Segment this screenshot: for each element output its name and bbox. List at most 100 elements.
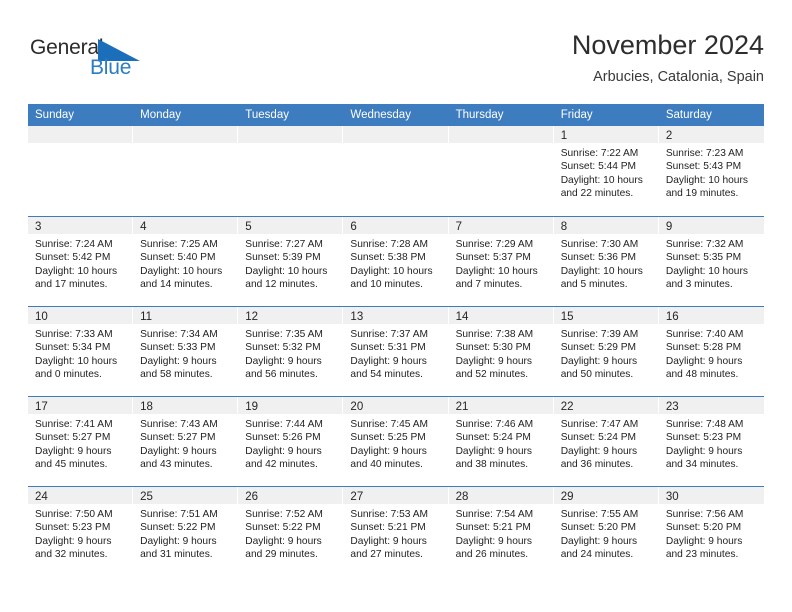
day-sun-info: Sunrise: 7:32 AM Sunset: 5:35 PM Daylight:…: [659, 234, 764, 292]
day-sun-info: Sunrise: 7:38 AM Sunset: 5:30 PM Daylight:…: [449, 324, 554, 382]
day-cell-24[interactable]: 24 Sunrise: 7:50 AM Sunset: 5:23 PM Dayligh…: [28, 487, 134, 576]
day-info-line: Daylight: 9 hours: [665, 355, 743, 367]
day-info-line: and 17 minutes.: [35, 279, 108, 291]
calendar-week-row: 17 Sunrise: 7:41 AM Sunset: 5:27 PM Dayligh…: [28, 396, 764, 486]
calendar-week-row: 1 Sunrise: 7:22 AM Sunset: 5:44 PM Daylight…: [28, 126, 764, 216]
day-info-line: and 7 minutes.: [455, 279, 523, 291]
day-info-line: Sunset: 5:32 PM: [245, 342, 321, 354]
day-cell-16[interactable]: 16 Sunrise: 7:40 AM Sunset: 5:28 PM Dayligh…: [658, 307, 764, 396]
day-sun-info: Sunrise: 7:46 AM Sunset: 5:24 PM Daylight:…: [449, 414, 554, 472]
day-sun-info: Sunrise: 7:35 AM Sunset: 5:32 PM Daylight:…: [238, 324, 343, 382]
day-info-line: Sunrise: 7:28 AM: [350, 239, 429, 250]
day-cell-22[interactable]: 22 Sunrise: 7:47 AM Sunset: 5:24 PM Dayligh…: [553, 397, 659, 486]
day-sun-info: Sunrise: 7:40 AM Sunset: 5:28 PM Daylight:…: [659, 324, 764, 382]
day-info-line: and 10 minutes.: [350, 279, 423, 291]
day-cell-5[interactable]: 5 Sunrise: 7:27 AM Sunset: 5:39 PM Daylight…: [238, 217, 344, 306]
day-cell-15[interactable]: 15 Sunrise: 7:39 AM Sunset: 5:29 PM Dayligh…: [553, 307, 659, 396]
day-cell-19[interactable]: 19 Sunrise: 7:44 AM Sunset: 5:26 PM Dayligh…: [238, 397, 344, 486]
day-info-line: Daylight: 9 hours: [455, 355, 533, 367]
day-info-line: Sunset: 5:44 PM: [560, 161, 637, 173]
day-number-band: 15: [553, 307, 659, 324]
day-cell-7[interactable]: 7 Sunrise: 7:29 AM Sunset: 5:37 PM Daylight…: [448, 217, 554, 306]
day-info-line: Daylight: 10 hours: [35, 265, 118, 277]
day-sun-info: Sunrise: 7:55 AM Sunset: 5:20 PM Daylight:…: [554, 504, 659, 562]
day-info-line: and 56 minutes.: [245, 369, 318, 381]
day-cell-6[interactable]: 6 Sunrise: 7:28 AM Sunset: 5:38 PM Daylight…: [343, 217, 449, 306]
day-info-line: Sunset: 5:24 PM: [455, 432, 531, 444]
day-number: 25: [140, 491, 153, 503]
day-info-line: Daylight: 9 hours: [35, 535, 112, 547]
day-cell-10[interactable]: 10 Sunrise: 7:33 AM Sunset: 5:34 PM Dayligh…: [28, 307, 134, 396]
day-number-band: [448, 126, 554, 143]
day-info-line: Sunset: 5:21 PM: [455, 522, 531, 534]
day-info-line: Sunrise: 7:25 AM: [140, 239, 218, 250]
day-info-line: Sunset: 5:30 PM: [455, 342, 531, 354]
day-info-line: Sunset: 5:43 PM: [665, 161, 742, 173]
day-cell-23[interactable]: 23 Sunrise: 7:48 AM Sunset: 5:23 PM Dayligh…: [658, 397, 764, 486]
day-number-band: 3: [28, 217, 134, 234]
day-number-band: 23: [658, 397, 764, 414]
day-info-line: Sunset: 5:35 PM: [665, 252, 742, 264]
day-cell-30[interactable]: 30 Sunrise: 7:56 AM Sunset: 5:20 PM Dayligh…: [658, 487, 764, 576]
day-number: 15: [560, 311, 574, 323]
day-info-line: Sunset: 5:31 PM: [350, 342, 426, 354]
day-info-line: and 38 minutes.: [455, 459, 529, 471]
day-info-line: Sunrise: 7:40 AM: [665, 329, 744, 340]
day-number-band: 2: [658, 126, 764, 143]
title-block: November 2024 Arbucies, Catalonia, Spain: [572, 28, 764, 88]
day-cell-3[interactable]: 3 Sunrise: 7:24 AM Sunset: 5:42 PM Daylight…: [28, 217, 134, 306]
day-sun-info: Sunrise: 7:33 AM Sunset: 5:34 PM Daylight:…: [28, 324, 133, 382]
day-cell-empty: [448, 126, 554, 216]
day-cell-12[interactable]: 12 Sunrise: 7:35 AM Sunset: 5:32 PM Dayligh…: [238, 307, 344, 396]
day-number-band: 10: [28, 307, 134, 324]
weekday-header-thursday: Thursday: [455, 109, 504, 121]
day-number: 3: [35, 221, 42, 233]
day-cell-18[interactable]: 18 Sunrise: 7:43 AM Sunset: 5:27 PM Dayligh…: [133, 397, 239, 486]
day-info-line: and 0 minutes.: [35, 369, 102, 381]
day-cell-28[interactable]: 28 Sunrise: 7:54 AM Sunset: 5:21 PM Dayligh…: [448, 487, 554, 576]
day-number: 13: [350, 311, 364, 323]
day-number: 26: [245, 491, 259, 503]
day-cell-2[interactable]: 2 Sunrise: 7:23 AM Sunset: 5:43 PM Daylight…: [658, 126, 764, 216]
day-cell-17[interactable]: 17 Sunrise: 7:41 AM Sunset: 5:27 PM Dayligh…: [28, 397, 134, 486]
day-number-band: [133, 126, 239, 143]
day-cell-8[interactable]: 8 Sunrise: 7:30 AM Sunset: 5:36 PM Daylight…: [553, 217, 659, 306]
day-info-line: Sunset: 5:26 PM: [245, 432, 321, 444]
calendar-page: General Blue November 2024 Arbucies, Cat…: [0, 0, 792, 612]
day-info-line: Daylight: 9 hours: [140, 445, 217, 457]
day-cell-26[interactable]: 26 Sunrise: 7:52 AM Sunset: 5:22 PM Dayligh…: [238, 487, 344, 576]
calendar-week-row: 24 Sunrise: 7:50 AM Sunset: 5:23 PM Dayligh…: [28, 486, 764, 576]
day-info-line: Sunrise: 7:38 AM: [455, 329, 534, 340]
day-cell-empty: [28, 126, 134, 216]
day-cell-9[interactable]: 9 Sunrise: 7:32 AM Sunset: 5:35 PM Daylight…: [658, 217, 764, 306]
day-cell-empty: [133, 126, 239, 216]
day-info-line: and 34 minutes.: [665, 459, 739, 471]
day-info-line: Sunrise: 7:43 AM: [140, 419, 218, 430]
day-sun-info: Sunrise: 7:27 AM Sunset: 5:39 PM Daylight:…: [238, 234, 343, 292]
day-cell-20[interactable]: 20 Sunrise: 7:45 AM Sunset: 5:25 PM Dayligh…: [343, 397, 449, 486]
day-number-band: 26: [238, 487, 344, 504]
day-info-line: and 26 minutes.: [455, 549, 529, 561]
day-cell-11[interactable]: 11 Sunrise: 7:34 AM Sunset: 5:33 PM Dayligh…: [133, 307, 239, 396]
day-info-line: Sunset: 5:23 PM: [665, 432, 742, 444]
day-cell-14[interactable]: 14 Sunrise: 7:38 AM Sunset: 5:30 PM Dayligh…: [448, 307, 554, 396]
day-info-line: and 54 minutes.: [350, 369, 423, 381]
day-cell-27[interactable]: 27 Sunrise: 7:53 AM Sunset: 5:21 PM Dayligh…: [343, 487, 449, 576]
day-info-line: and 48 minutes.: [665, 369, 739, 381]
day-cell-25[interactable]: 25 Sunrise: 7:51 AM Sunset: 5:22 PM Dayligh…: [133, 487, 239, 576]
brand-logo[interactable]: General Blue: [30, 36, 180, 88]
day-cell-29[interactable]: 29 Sunrise: 7:55 AM Sunset: 5:20 PM Dayligh…: [553, 487, 659, 576]
day-cell-4[interactable]: 4 Sunrise: 7:25 AM Sunset: 5:40 PM Daylight…: [133, 217, 239, 306]
day-cell-13[interactable]: 13 Sunrise: 7:37 AM Sunset: 5:31 PM Dayligh…: [343, 307, 449, 396]
day-info-line: Sunrise: 7:22 AM: [560, 148, 639, 159]
day-number-band: 12: [238, 307, 344, 324]
day-info-line: Sunset: 5:38 PM: [350, 252, 426, 264]
day-cell-1[interactable]: 1 Sunrise: 7:22 AM Sunset: 5:44 PM Daylight…: [553, 126, 659, 216]
weekday-header-wednesday: Wednesday: [350, 109, 411, 121]
day-info-line: Daylight: 9 hours: [245, 355, 322, 367]
day-info-line: and 31 minutes.: [140, 549, 213, 561]
day-cell-21[interactable]: 21 Sunrise: 7:46 AM Sunset: 5:24 PM Dayligh…: [448, 397, 554, 486]
day-number-band: 11: [133, 307, 239, 324]
page-subtitle: Arbucies, Catalonia, Spain: [593, 69, 764, 85]
day-info-line: and 40 minutes.: [350, 459, 423, 471]
